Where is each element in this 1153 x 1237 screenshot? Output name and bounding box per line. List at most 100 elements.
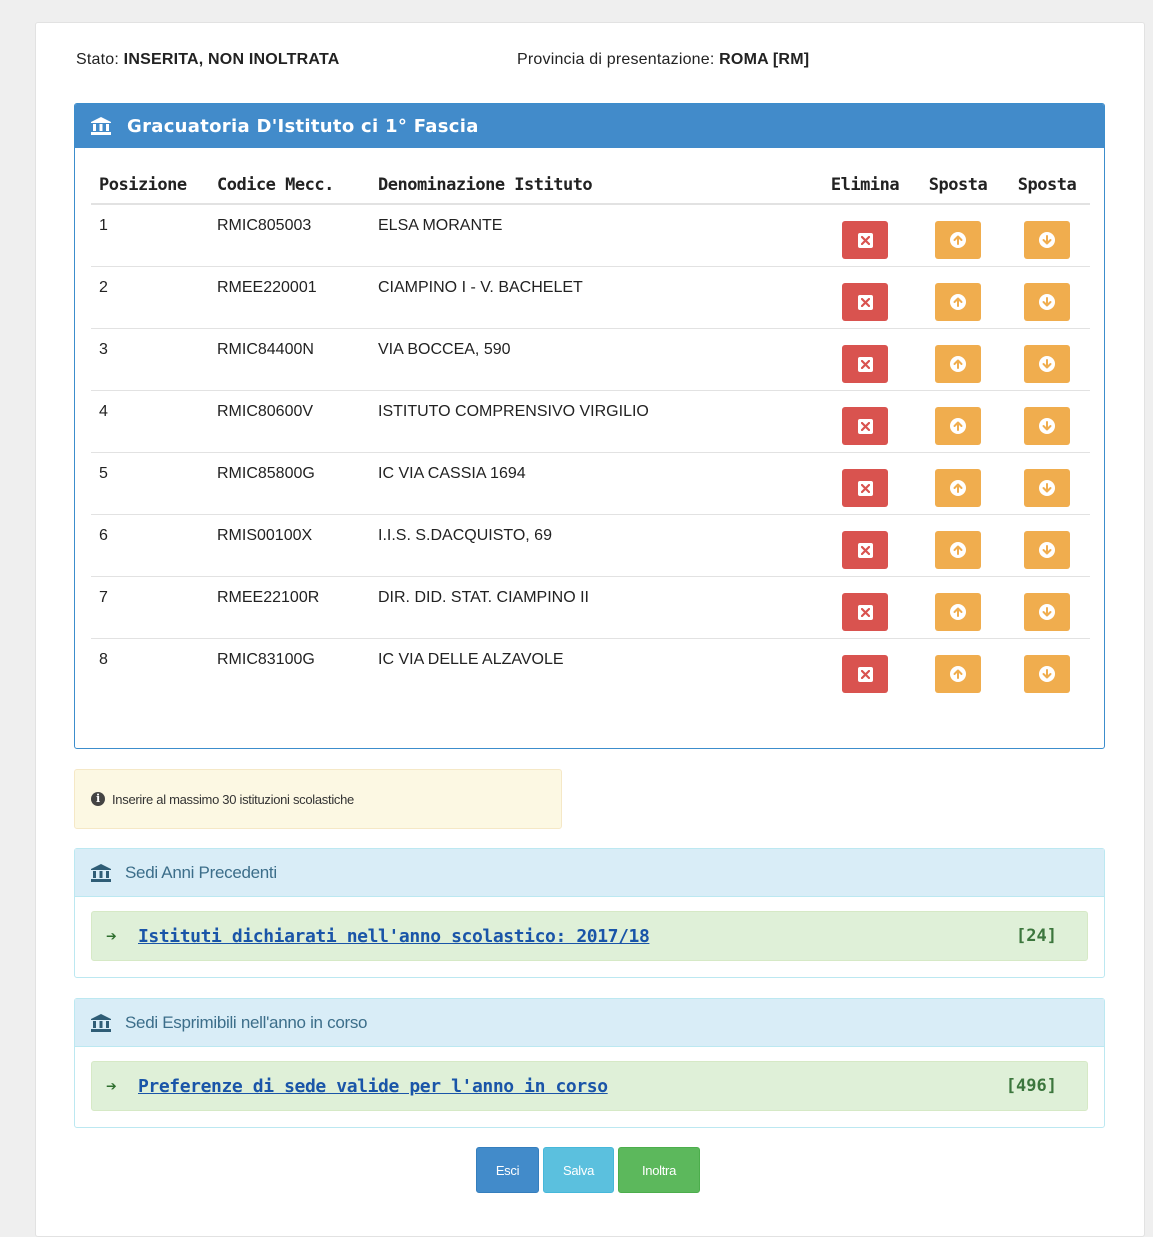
col-elimina: Elimina bbox=[818, 166, 912, 205]
cell-denominazione: ISTITUTO COMPRENSIVO VIRGILIO bbox=[370, 390, 818, 453]
cell-posizione: 3 bbox=[91, 328, 209, 391]
inoltra-button[interactable]: Inoltra bbox=[618, 1147, 700, 1193]
cell-sposta-su bbox=[912, 514, 1004, 577]
cell-codice: RMIC80600V bbox=[209, 390, 370, 453]
cell-elimina bbox=[818, 328, 912, 391]
cell-elimina bbox=[818, 452, 912, 515]
cell-codice: RMIC85800G bbox=[209, 452, 370, 515]
alert-text: Inserire al massimo 30 istituzioni scola… bbox=[112, 791, 354, 807]
arrow-up-circle-icon bbox=[950, 479, 966, 496]
sedi-esprimibili-title: Sedi Esprimibili nell'anno in corso bbox=[125, 1012, 368, 1032]
graduatoria-panel: Gracuatoria D'Istituto ci 1° Fascia Posi… bbox=[74, 103, 1105, 749]
cell-denominazione: DIR. DID. STAT. CIAMPINO II bbox=[370, 576, 818, 639]
stato-label: Stato: bbox=[76, 51, 120, 68]
action-buttons: Esci Salva Inoltra bbox=[476, 1147, 700, 1193]
table-row: 4 RMIC80600V ISTITUTO COMPRENSIVO VIRGILIO bbox=[91, 390, 1090, 453]
arrow-up-circle-icon bbox=[950, 355, 966, 372]
sposta-su-button[interactable] bbox=[935, 344, 981, 383]
col-sposta-su: Sposta bbox=[912, 166, 1004, 205]
elimina-button[interactable] bbox=[842, 282, 888, 321]
sposta-su-button[interactable] bbox=[935, 282, 981, 321]
cell-codice: RMEE220001 bbox=[209, 266, 370, 329]
sposta-su-button[interactable] bbox=[935, 406, 981, 445]
arrow-up-circle-icon bbox=[950, 665, 966, 682]
col-codice: Codice Mecc. bbox=[209, 166, 370, 205]
sposta-su-button[interactable] bbox=[935, 468, 981, 507]
table-row: 3 RMIC84400N VIA BOCCEA, 590 bbox=[91, 328, 1090, 391]
stato: Stato: INSERITA, NON INOLTRATA bbox=[76, 51, 340, 68]
cell-codice: RMIC805003 bbox=[209, 204, 370, 267]
sedi-precedenti-heading: Sedi Anni Precedenti bbox=[75, 849, 1104, 897]
elimina-button[interactable] bbox=[842, 344, 888, 383]
cell-sposta-su bbox=[912, 452, 1004, 515]
table-row: 7 RMEE22100R DIR. DID. STAT. CIAMPINO II bbox=[91, 576, 1090, 639]
istituti-dichiarati-link[interactable]: Istituti dichiarati nell'anno scolastico… bbox=[138, 926, 650, 947]
elimina-button[interactable] bbox=[842, 221, 888, 259]
istituti-dichiarati-bar: ➔ Istituti dichiarati nell'anno scolasti… bbox=[91, 911, 1088, 961]
cell-sposta-su bbox=[912, 266, 1004, 329]
cell-codice: RMIC83100G bbox=[217, 650, 315, 668]
close-icon bbox=[858, 356, 873, 372]
sedi-precedenti-panel: Sedi Anni Precedenti ➔ Istituti dichiara… bbox=[74, 848, 1105, 978]
elimina-button[interactable] bbox=[842, 530, 888, 569]
sposta-giu-button[interactable] bbox=[1024, 344, 1070, 383]
cell-sposta-su bbox=[912, 638, 1004, 700]
sposta-giu-button[interactable] bbox=[1024, 406, 1070, 445]
col-sposta-giu: Sposta bbox=[1004, 166, 1090, 205]
preferenze-sede-bar: ➔ Preferenze di sede valide per l'anno i… bbox=[91, 1061, 1088, 1111]
sedi-precedenti-title: Sedi Anni Precedenti bbox=[125, 862, 277, 882]
preferenze-sede-count: [496] bbox=[1005, 1076, 1057, 1096]
sedi-esprimibili-heading: Sedi Esprimibili nell'anno in corso bbox=[75, 999, 1104, 1047]
cell-posizione: 1 bbox=[91, 204, 209, 267]
sposta-giu-button[interactable] bbox=[1024, 282, 1070, 321]
cell-codice: RMIS00100X bbox=[209, 514, 370, 577]
cell-elimina bbox=[818, 638, 912, 700]
elimina-button[interactable] bbox=[842, 406, 888, 445]
info-icon: i bbox=[91, 792, 105, 806]
provincia-label: Provincia di presentazione: bbox=[517, 51, 715, 68]
graduatoria-title: Gracuatoria D'Istituto ci 1° Fascia bbox=[127, 115, 479, 137]
main-card: Stato: INSERITA, NON INOLTRATA Provincia… bbox=[35, 22, 1145, 1237]
esci-button[interactable]: Esci bbox=[476, 1147, 539, 1193]
cell-denominazione: VIA BOCCEA, 590 bbox=[370, 328, 818, 391]
cell-sposta-giu bbox=[1004, 204, 1090, 267]
sposta-su-button[interactable] bbox=[935, 592, 981, 631]
table-row: 6 RMIS00100X I.I.S. S.DACQUISTO, 69 bbox=[91, 514, 1090, 577]
cell-elimina bbox=[818, 390, 912, 453]
cell-sposta-su bbox=[912, 390, 1004, 453]
sposta-giu-button[interactable] bbox=[1024, 592, 1070, 631]
graduatoria-heading: Gracuatoria D'Istituto ci 1° Fascia bbox=[75, 104, 1104, 148]
stato-value: INSERITA, NON INOLTRATA bbox=[123, 51, 340, 68]
cell-posizione: 8 bbox=[99, 650, 108, 668]
cell-sposta-giu bbox=[1004, 266, 1090, 329]
cell-elimina bbox=[818, 514, 912, 577]
arrow-down-circle-icon bbox=[1039, 541, 1055, 558]
sposta-su-button[interactable] bbox=[935, 530, 981, 569]
bank-icon bbox=[91, 863, 113, 882]
sposta-su-button[interactable] bbox=[935, 654, 981, 693]
cell-elimina bbox=[818, 204, 912, 267]
arrow-up-circle-icon bbox=[950, 603, 966, 620]
sposta-giu-button[interactable] bbox=[1024, 654, 1070, 693]
elimina-button[interactable] bbox=[842, 468, 888, 507]
sposta-giu-button[interactable] bbox=[1024, 530, 1070, 569]
salva-button[interactable]: Salva bbox=[543, 1147, 614, 1193]
preferenze-sede-link[interactable]: Preferenze di sede valide per l'anno in … bbox=[138, 1076, 608, 1097]
sposta-giu-button[interactable] bbox=[1024, 221, 1070, 259]
arrow-up-circle-icon bbox=[950, 417, 966, 434]
table-row: 1 RMIC805003 ELSA MORANTE bbox=[91, 204, 1090, 267]
cell-sposta-giu bbox=[1004, 390, 1090, 453]
close-icon bbox=[858, 666, 873, 682]
close-icon bbox=[858, 542, 873, 558]
table-header-row: Posizione Codice Mecc. Denominazione Ist… bbox=[91, 166, 1090, 205]
sposta-giu-button[interactable] bbox=[1024, 468, 1070, 507]
sposta-su-button[interactable] bbox=[935, 221, 981, 259]
cell-posizione: 2 bbox=[91, 266, 209, 329]
arrow-down-circle-icon bbox=[1039, 479, 1055, 496]
arrow-right-icon: ➔ bbox=[106, 925, 117, 947]
cell-sposta-su bbox=[912, 204, 1004, 267]
cell-sposta-giu bbox=[1004, 638, 1090, 700]
elimina-button[interactable] bbox=[842, 654, 888, 693]
cell-denominazione: ELSA MORANTE bbox=[370, 204, 818, 267]
elimina-button[interactable] bbox=[842, 592, 888, 631]
